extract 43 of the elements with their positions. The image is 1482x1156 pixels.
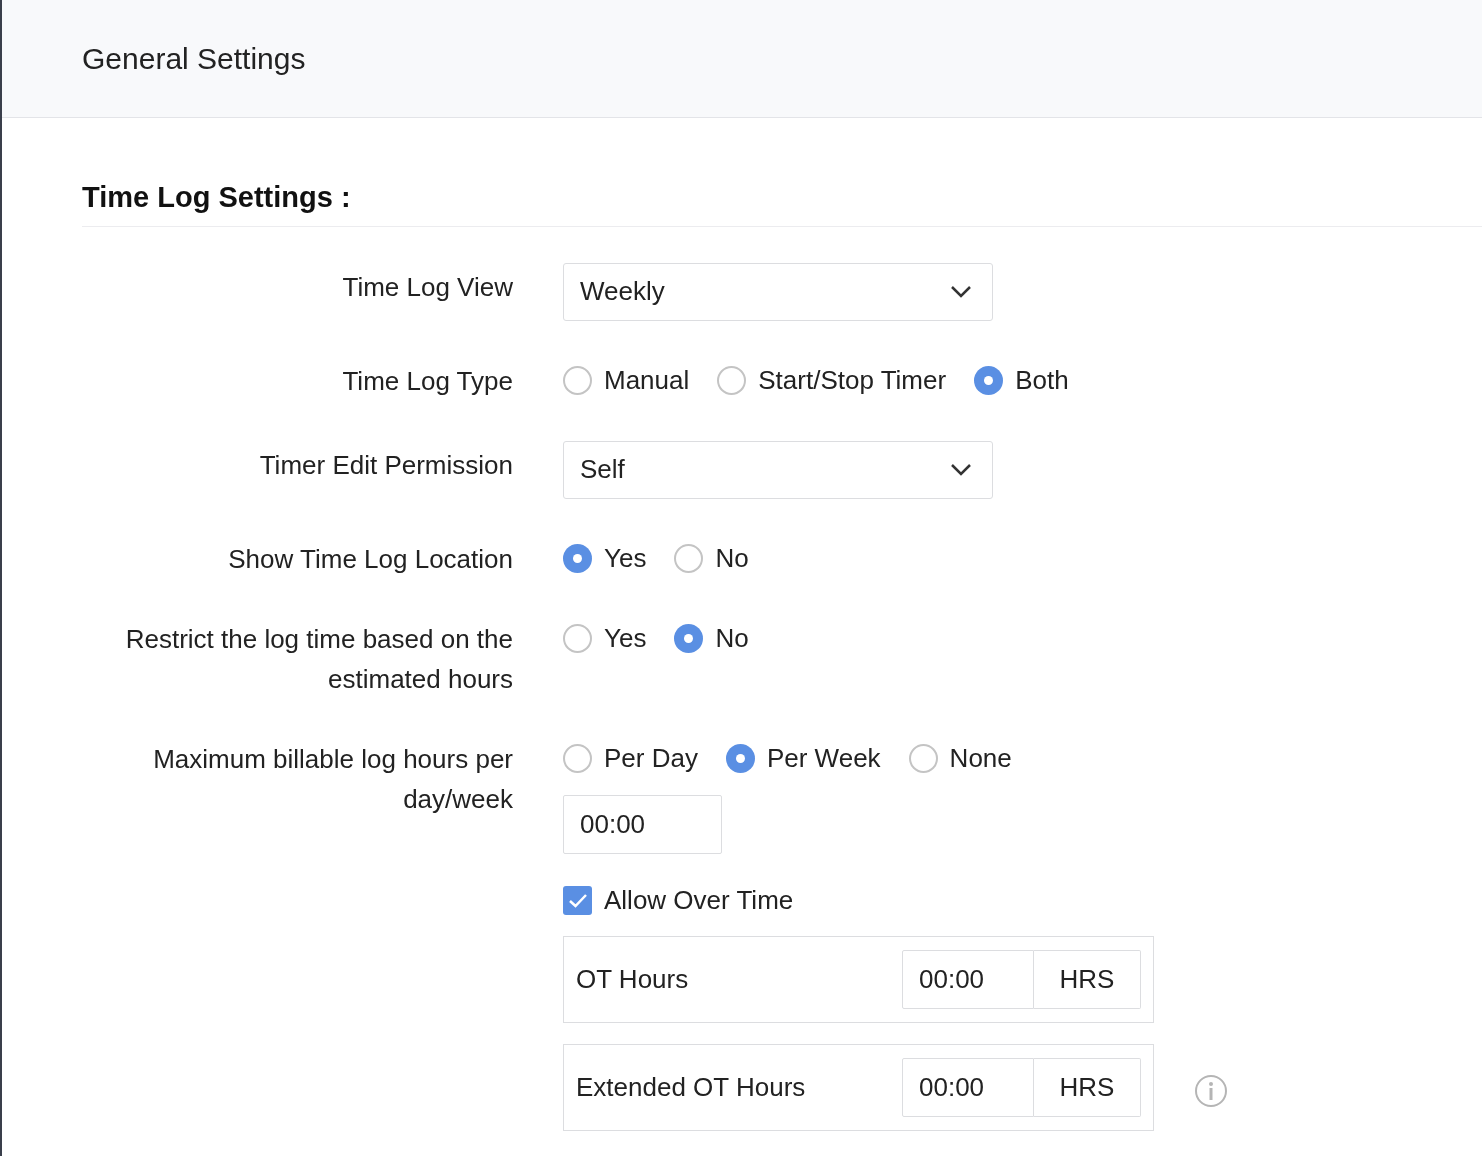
radio-button[interactable] [563, 624, 592, 653]
section-title: Time Log Settings : [82, 181, 351, 213]
setting-label: Show Time Log Location [228, 542, 513, 576]
unit-label: HRS [1034, 949, 1141, 1009]
radio-button[interactable] [725, 744, 755, 773]
radio-label: Manual [604, 364, 690, 397]
unit-label: HRS [1034, 1057, 1141, 1117]
setting-label: Maximum billable log hours per day/week [152, 742, 513, 816]
setting-label: Time Log View [342, 270, 513, 304]
setting-label: Time Log Type [342, 364, 513, 398]
check-icon [567, 892, 588, 909]
dropdown[interactable]: Self [563, 440, 993, 499]
radio-button[interactable] [563, 366, 592, 395]
info-icon[interactable] [1194, 1074, 1228, 1108]
radio-button[interactable] [563, 544, 592, 573]
radio-label: Yes [604, 622, 647, 655]
hours-field[interactable]: 00:00 [902, 1057, 1034, 1117]
chevron-down-icon [950, 462, 972, 477]
radio-button[interactable] [908, 744, 938, 773]
radio-button[interactable] [563, 744, 592, 773]
radio-label: Per Day [604, 742, 698, 775]
setting-label: Timer Edit Permission [259, 448, 513, 482]
radio-label: No [715, 622, 749, 655]
overtime-label: OT Hours [576, 962, 689, 996]
radio-label: No [715, 542, 749, 575]
radio-button[interactable] [674, 624, 704, 653]
overtime-label: Extended OT Hours [576, 1070, 806, 1104]
dropdown[interactable]: Weekly [563, 262, 993, 321]
page-title: General Settings [82, 41, 306, 77]
radio-label: None [949, 742, 1012, 775]
radio-label: Both [1015, 364, 1069, 397]
hours-field[interactable]: 00:00 [563, 794, 722, 854]
radio-label: Per Week [766, 742, 881, 775]
checkbox-label: Allow Over Time [604, 884, 794, 917]
chevron-down-icon [950, 284, 972, 299]
radio-button[interactable] [974, 366, 1004, 395]
radio-label: Start/Stop Timer [758, 364, 947, 397]
radio-label: Yes [604, 542, 647, 575]
hours-field[interactable]: 00:00 [902, 949, 1034, 1009]
setting-label: Restrict the log time based on the estimated hours [124, 622, 513, 696]
radio-button[interactable] [717, 366, 747, 395]
radio-button[interactable] [674, 544, 704, 573]
checkbox[interactable] [563, 886, 592, 915]
